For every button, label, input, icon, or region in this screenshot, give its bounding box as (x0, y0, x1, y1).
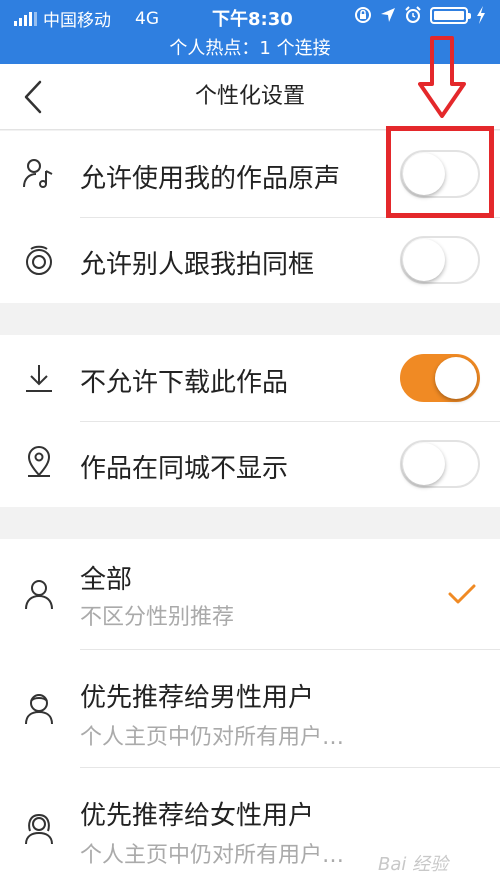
annotation-down-arrow-icon (418, 36, 466, 118)
male-user-icon (25, 694, 53, 725)
status-left: 中国移动 4G (14, 6, 159, 31)
setting-label: 作品在同城不显示 (80, 454, 289, 484)
recommendation-audience-group: 全部 不区分性别推荐 优先推荐给男性用户 个人主页中仍对所有用户… 优先推荐给女… (0, 539, 500, 888)
audience-option-male[interactable]: 优先推荐给男性用户 个人主页中仍对所有用户… (0, 649, 500, 767)
status-time: 下午8:30 (212, 9, 293, 30)
setting-row-disallow-download[interactable]: 不允许下载此作品 (0, 335, 500, 421)
carrier-name: 中国移动 (43, 11, 111, 31)
user-icon (25, 580, 53, 610)
network-type: 4G (135, 8, 159, 29)
toggle-knob (403, 239, 445, 281)
battery-icon (430, 6, 471, 24)
music-note-person-icon (23, 159, 53, 188)
toggle-knob (435, 357, 477, 399)
option-title: 优先推荐给男性用户 (80, 683, 315, 713)
annotation-highlight-box (386, 126, 494, 218)
alarm-icon (405, 6, 421, 23)
setting-row-hide-in-city[interactable]: 作品在同城不显示 (0, 421, 500, 507)
disallow-download-toggle[interactable] (400, 354, 480, 402)
download-icon (26, 365, 52, 392)
option-subtitle: 个人主页中仍对所有用户… (80, 843, 345, 868)
rotation-lock-icon (355, 7, 371, 23)
location-pin-icon (27, 446, 51, 477)
duet-toggle[interactable] (400, 236, 480, 284)
watermark: Bai 经验 (378, 854, 449, 875)
option-title: 优先推荐给女性用户 (80, 801, 315, 831)
setting-row-allow-duet[interactable]: 允许别人跟我拍同框 (0, 217, 500, 303)
back-chevron-icon[interactable] (18, 78, 48, 116)
audience-option-all[interactable]: 全部 不区分性别推荐 (0, 539, 500, 649)
visibility-settings-group: 不允许下载此作品 作品在同城不显示 (0, 335, 500, 507)
location-arrow-icon (381, 8, 395, 22)
hide-in-city-toggle[interactable] (400, 440, 480, 488)
status-row: 中国移动 4G 下午8:30 (0, 0, 500, 32)
signal-icon (14, 11, 37, 26)
duet-icon (26, 245, 52, 275)
option-title: 全部 (80, 565, 133, 595)
female-user-icon (25, 813, 53, 845)
checkmark-icon (448, 584, 476, 604)
status-right (354, 6, 486, 24)
toggle-knob (403, 443, 445, 485)
setting-label: 允许使用我的作品原声 (80, 164, 341, 194)
setting-label: 允许别人跟我拍同框 (80, 250, 315, 280)
option-subtitle: 个人主页中仍对所有用户… (80, 725, 345, 750)
charging-icon (477, 6, 485, 24)
setting-label: 不允许下载此作品 (80, 368, 289, 398)
option-subtitle: 不区分性别推荐 (80, 605, 235, 630)
